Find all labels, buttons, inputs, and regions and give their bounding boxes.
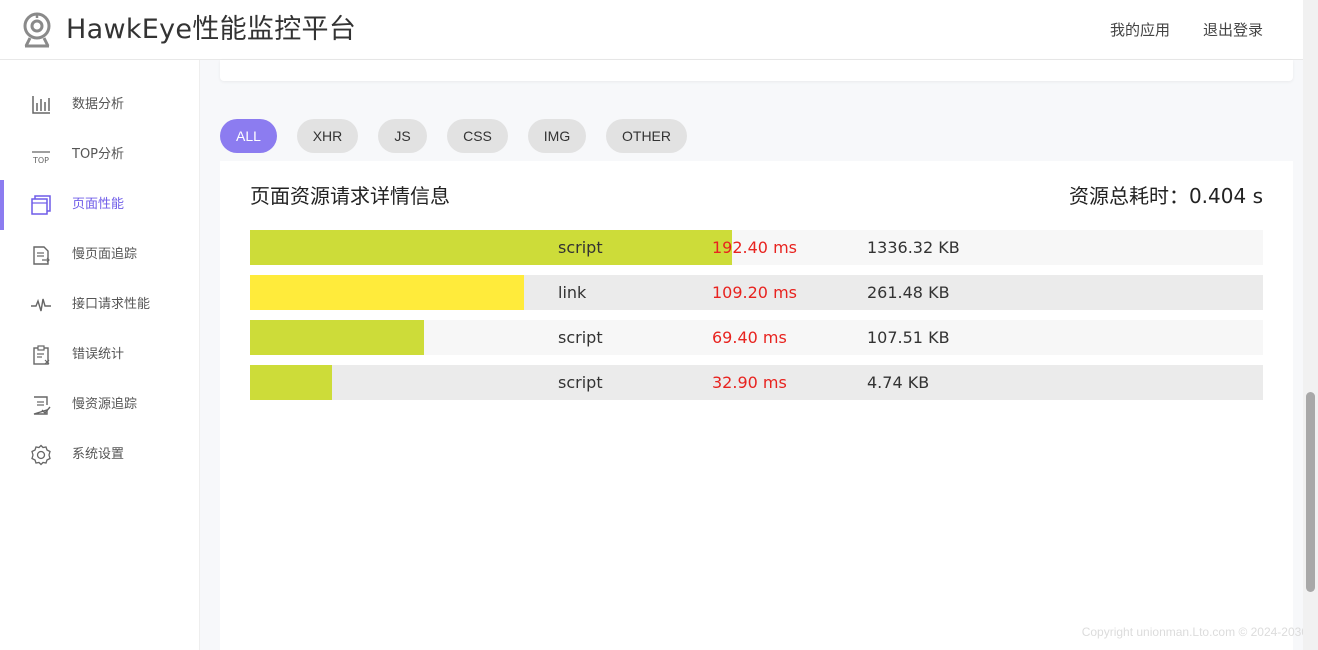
sidebar-item-label: 页面性能	[72, 197, 125, 212]
clipboard-error-icon	[33, 345, 50, 365]
resource-row[interactable]: script 32.90 ms 4.74 KB	[250, 365, 1263, 400]
my-apps-link[interactable]: 我的应用	[1110, 19, 1170, 41]
sidebar-item-label: TOP分析	[72, 147, 125, 162]
filter-xhr-button[interactable]: XHR	[297, 119, 358, 153]
svg-text:TOP: TOP	[32, 156, 49, 165]
resource-row[interactable]: link 109.20 ms 261.48 KB	[250, 275, 1263, 310]
sidebar-item-top-analysis[interactable]: TOP TOP分析	[0, 130, 199, 180]
app-title: HawkEye性能监控平台	[66, 14, 357, 45]
sidebar-item-label: 错误统计	[72, 347, 125, 362]
hawkeye-logo-icon	[23, 12, 51, 48]
sidebar-item-label: 慢资源追踪	[72, 397, 138, 412]
sidebar-item-error-stats[interactable]: 错误统计	[0, 330, 199, 380]
resource-detail-card: 页面资源请求详情信息 资源总耗时：0.404 s script 192.40 m…	[220, 161, 1293, 650]
resource-time: 192.40 ms	[712, 238, 797, 257]
pages-icon	[31, 195, 51, 215]
resource-type: script	[558, 373, 603, 392]
sidebar-item-api-performance[interactable]: 接口请求性能	[0, 280, 199, 330]
sidebar-item-settings[interactable]: 系统设置	[0, 430, 199, 480]
sidebar-item-label: 系统设置	[72, 447, 125, 462]
resource-size: 4.74 KB	[867, 373, 930, 392]
scrollbar-thumb[interactable]	[1306, 392, 1315, 592]
sidebar-item-page-performance[interactable]: 页面性能	[0, 180, 199, 230]
copyright: Copyright unionman.Lto.com © 2024-2030	[1081, 625, 1308, 639]
sidebar-item-label: 数据分析	[72, 97, 125, 112]
header: HawkEye性能监控平台 我的应用 退出登录	[0, 0, 1303, 60]
resource-duration-bar	[250, 320, 424, 355]
resource-row[interactable]: script 69.40 ms 107.51 KB	[250, 320, 1263, 355]
top-icon: TOP	[32, 151, 50, 165]
resource-duration-bar	[250, 365, 332, 400]
filter-css-button[interactable]: CSS	[447, 119, 508, 153]
filter-other-button[interactable]: OTHER	[606, 119, 687, 153]
sidebar: 数据分析 TOP TOP分析 页面性能 慢页面追踪 接口请求性能 错误统计 慢资…	[0, 60, 200, 650]
gear-icon	[31, 444, 51, 466]
checklist-icon	[33, 396, 51, 415]
resource-type: script	[558, 328, 603, 347]
resource-size: 261.48 KB	[867, 283, 950, 302]
page-export-icon	[33, 246, 50, 265]
resource-time: 69.40 ms	[712, 328, 787, 347]
resource-type: link	[558, 283, 587, 302]
total-resource-time: 资源总耗时：0.404 s	[1068, 184, 1263, 208]
summary-card	[220, 60, 1293, 81]
resource-duration-bar	[250, 230, 732, 265]
pulse-icon	[31, 298, 51, 312]
resource-time: 32.90 ms	[712, 373, 787, 392]
sidebar-item-slow-resources[interactable]: 慢资源追踪	[0, 380, 199, 430]
sidebar-item-label: 接口请求性能	[72, 297, 151, 312]
resource-row[interactable]: script 192.40 ms 1336.32 KB	[250, 230, 1263, 265]
sidebar-item-slow-pages[interactable]: 慢页面追踪	[0, 230, 199, 280]
filter-all-button[interactable]: ALL	[220, 119, 277, 153]
resource-size: 107.51 KB	[867, 328, 950, 347]
sidebar-item-label: 慢页面追踪	[72, 247, 138, 262]
resource-detail-title: 页面资源请求详情信息	[250, 184, 450, 208]
resource-type: script	[558, 238, 603, 257]
resource-duration-bar	[250, 275, 524, 310]
bar-chart-icon	[32, 96, 50, 114]
resource-time: 109.20 ms	[712, 283, 797, 302]
filter-js-button[interactable]: JS	[378, 119, 427, 153]
resource-size: 1336.32 KB	[867, 238, 960, 257]
filter-img-button[interactable]: IMG	[528, 119, 586, 153]
logout-link[interactable]: 退出登录	[1203, 19, 1263, 41]
sidebar-item-data-analysis[interactable]: 数据分析	[0, 80, 199, 130]
